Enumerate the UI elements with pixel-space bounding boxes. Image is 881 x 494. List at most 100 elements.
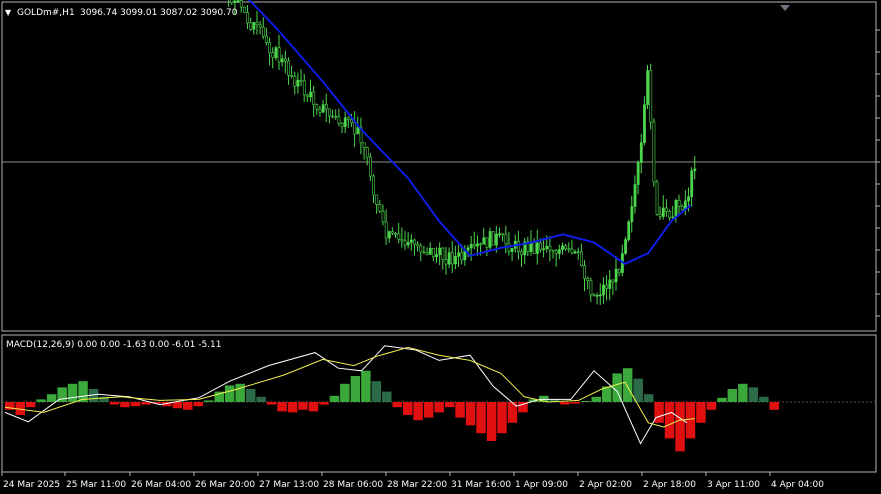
candle-body <box>409 239 413 243</box>
candle-body <box>551 249 555 252</box>
candle-body <box>397 233 401 240</box>
candle-body <box>353 122 357 135</box>
candle-body <box>690 170 694 198</box>
candle-body <box>564 245 568 250</box>
ohlc-values: 3096.74 3099.01 3087.02 3090.70 <box>80 8 238 18</box>
candle-body <box>239 0 243 8</box>
candle-body <box>416 243 420 247</box>
macd-header: MACD(12,26,9) 0.00 0.00 -1.63 0.00 -6.01… <box>6 340 222 350</box>
candle-body <box>602 284 605 296</box>
candle-body <box>677 199 681 207</box>
macd-histogram-bar <box>235 383 245 402</box>
candle-body <box>337 116 341 124</box>
candle-body <box>554 250 558 254</box>
candle-body <box>243 6 246 13</box>
candle-body <box>592 294 596 297</box>
candle-body <box>614 268 618 283</box>
time-axis-label: 2 Apr 18:00 <box>643 480 696 490</box>
candle-body <box>472 244 476 247</box>
candle-body <box>422 251 426 254</box>
chart-background <box>0 0 881 494</box>
candle-body <box>517 240 520 253</box>
macd-histogram-bar <box>675 402 685 452</box>
macd-histogram-bar <box>329 395 340 402</box>
candle-body <box>510 248 514 252</box>
macd-histogram-bar <box>350 376 361 402</box>
macd-histogram-bar <box>560 402 570 405</box>
candle-body <box>633 184 637 207</box>
candle-body <box>680 206 684 210</box>
candle-body <box>507 243 511 252</box>
macd-histogram-bar <box>46 394 57 402</box>
candle-body <box>567 248 571 251</box>
macd-histogram-bar <box>277 402 287 412</box>
macd-histogram-bar <box>371 381 382 402</box>
time-axis-label: 24 Mar 2025 <box>3 480 60 490</box>
macd-histogram-bar <box>25 402 36 408</box>
candle-body <box>315 104 319 110</box>
candle-body <box>608 279 612 289</box>
macd-histogram-bar <box>748 387 759 402</box>
macd-histogram-bar <box>361 370 371 402</box>
candle-body <box>479 243 483 246</box>
candle-body <box>391 231 394 234</box>
macd-histogram-bar <box>696 402 706 423</box>
time-axis-label: 28 Mar 06:00 <box>323 480 383 490</box>
candle-body <box>504 234 508 245</box>
candle-body <box>372 175 375 196</box>
candle-body <box>403 240 407 246</box>
candle-body <box>598 294 602 297</box>
candle-body <box>365 147 369 158</box>
macd-histogram-bar <box>183 402 193 410</box>
macd-histogram-bar <box>423 402 434 418</box>
candle-body <box>290 74 294 77</box>
candle-body <box>580 251 583 266</box>
candle-body <box>570 248 574 254</box>
candle-body <box>384 221 388 239</box>
candle-body <box>661 207 665 217</box>
macd-histogram-bar <box>245 389 256 402</box>
time-axis-label: 26 Mar 04:00 <box>131 480 191 490</box>
candle-body <box>350 119 353 124</box>
candle-body <box>617 268 621 273</box>
candle-body <box>425 252 429 255</box>
candle-body <box>532 242 536 254</box>
macd-histogram-bar <box>727 389 738 402</box>
candle-body <box>447 252 451 265</box>
candle-body <box>280 58 284 63</box>
candle-body <box>356 127 360 135</box>
candle-body <box>340 122 344 127</box>
macd-histogram-bar <box>759 396 769 402</box>
candle-body <box>428 247 432 255</box>
macd-histogram-bar <box>266 402 277 405</box>
candle-body <box>362 142 366 148</box>
macd-histogram-bar <box>67 383 78 402</box>
trading-chart[interactable]: ▼ GOLDm#,H1 3096.74 3099.01 3087.02 3090… <box>0 0 881 494</box>
macd-histogram-bar <box>465 402 476 426</box>
candle-body <box>387 231 391 239</box>
macd-histogram-bar <box>340 383 350 402</box>
chart-menu-icon[interactable]: ▼ <box>5 8 12 17</box>
candle-body <box>230 0 234 3</box>
candle-body <box>284 58 287 62</box>
candle-body <box>561 245 564 250</box>
candle-body <box>321 104 325 113</box>
candle-body <box>334 115 338 118</box>
candle-body <box>331 115 335 118</box>
macd-histogram-bar <box>769 402 779 410</box>
candle-body <box>277 47 281 63</box>
candle-body <box>271 52 275 58</box>
candle-body <box>482 237 486 245</box>
candle-body <box>627 221 631 240</box>
candle-body <box>454 256 457 265</box>
candle-body <box>369 156 372 177</box>
candle-body <box>265 35 268 43</box>
macd-histogram-bar <box>643 394 654 402</box>
macd-histogram-bar <box>109 402 120 405</box>
candle-body <box>249 22 253 30</box>
macd-histogram-bar <box>497 402 507 434</box>
candle-body <box>312 91 316 105</box>
macd-histogram-bar <box>413 402 423 421</box>
candle-body <box>589 280 593 296</box>
candle-body <box>665 207 668 212</box>
